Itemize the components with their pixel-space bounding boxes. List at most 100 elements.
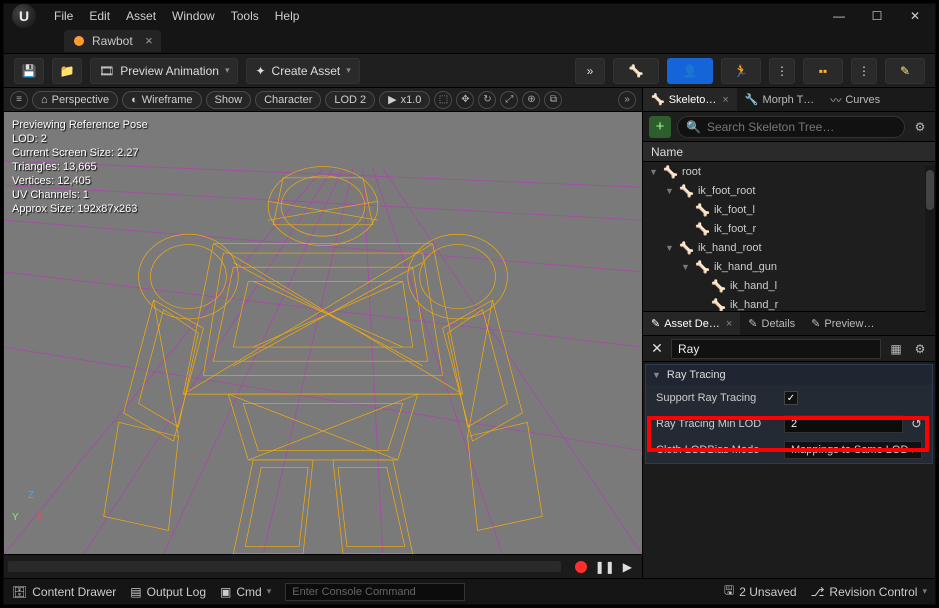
bone-name: ik_hand_l <box>730 280 777 292</box>
add-button[interactable]: + <box>649 116 671 138</box>
tool-select[interactable]: ⬚ <box>434 91 452 109</box>
tree-row[interactable]: 🦴ik_hand_l <box>643 276 935 295</box>
tool-scale[interactable]: ⤢ <box>500 91 518 109</box>
tree-row[interactable]: 🦴 ik_foot_l <box>643 200 935 219</box>
film-icon: 🎞 <box>99 64 114 78</box>
viewport-options-button[interactable]: ≡ <box>10 91 28 109</box>
close-icon[interactable]: × <box>722 94 728 106</box>
character-dropdown[interactable]: Character <box>255 91 321 109</box>
revision-control-button[interactable]: ⎇Revision Control▾ <box>811 585 927 599</box>
filter-settings-icon[interactable]: ⚙ <box>911 342 929 356</box>
disclosure-icon[interactable]: ▼ <box>665 243 675 253</box>
prop-support-label: Support Ray Tracing <box>656 392 776 404</box>
window-minimize-icon[interactable]: — <box>827 9 851 23</box>
skeleton-tree[interactable]: ▼🦴root▼🦴ik_foot_root🦴ik_foot_l🦴ik_foot_r… <box>643 162 935 312</box>
lod-dropdown[interactable]: LOD 2 <box>325 91 375 109</box>
tab-asset-details[interactable]: ✎Asset De…× <box>643 312 740 335</box>
menu-file[interactable]: File <box>54 9 73 23</box>
cloth-mode-button[interactable]: ✎ <box>885 58 925 84</box>
tab-curves[interactable]: 〰Curves <box>822 88 888 111</box>
playback-speed[interactable]: ▶x1.0 <box>379 91 430 109</box>
bone-icon: 🦴 <box>695 260 710 274</box>
cmd-label: ▣Cmd▾ <box>220 585 271 599</box>
disclosure-icon[interactable]: ▼ <box>665 186 675 196</box>
drawer-icon: 🗄 <box>12 585 27 599</box>
section-ray-tracing[interactable]: ▼Ray Tracing <box>646 365 932 385</box>
window-close-icon[interactable]: ✕ <box>903 9 927 23</box>
skeleton-mode-button[interactable]: 🦴 <box>613 58 659 84</box>
tree-scrollbar[interactable] <box>925 166 935 316</box>
tool-globe[interactable]: ⊕ <box>522 91 540 109</box>
search-input[interactable]: 🔍 Search Skeleton Tree… <box>677 116 905 138</box>
details-filter-input[interactable] <box>671 339 881 359</box>
bone-name: ik_foot_l <box>714 204 755 216</box>
settings-icon[interactable]: ⚙ <box>911 120 929 134</box>
menu-help[interactable]: Help <box>275 9 300 23</box>
search-icon: 🔍 <box>686 120 701 134</box>
close-tab-icon[interactable]: × <box>145 33 153 48</box>
sphere-icon: ◐ <box>131 94 138 106</box>
tab-skeleton-tree[interactable]: 🦴Skeleto…× <box>643 88 737 111</box>
show-dropdown[interactable]: Show <box>206 91 252 109</box>
play-button[interactable]: ▶ <box>623 560 632 574</box>
tree-row[interactable]: ▼🦴ik_foot_root <box>643 181 935 200</box>
disclosure-icon[interactable]: ▼ <box>649 167 659 177</box>
column-header-name[interactable]: Name <box>643 142 935 162</box>
overflow-button[interactable]: » <box>575 58 605 84</box>
tree-row[interactable]: ▼🦴root <box>643 162 935 181</box>
bone-name: ik_hand_gun <box>714 261 777 273</box>
viewport[interactable]: Previewing Reference Pose LOD: 2 Current… <box>4 112 642 554</box>
terminal-icon: ▣ <box>220 585 231 599</box>
record-button[interactable] <box>575 561 587 573</box>
tree-row[interactable]: ▼ 🦴 ik_hand_gun <box>643 257 935 276</box>
tab-preview[interactable]: ✎Preview… <box>803 312 882 335</box>
tab-morph-targets[interactable]: 🔧Morph T… <box>737 88 822 111</box>
save-icon: 🖫 <box>724 581 734 602</box>
tree-row[interactable]: ▼🦴ik_hand_root <box>643 238 935 257</box>
tool-rotate[interactable]: ↻ <box>478 91 496 109</box>
cloth-lodbias-dropdown[interactable]: Mappings to Same LOD▾ <box>784 441 922 459</box>
browse-button[interactable]: 📁 <box>52 58 82 84</box>
anim-mode-button[interactable]: 🏃 <box>721 58 761 84</box>
pause-button[interactable]: ❚❚ <box>595 560 615 574</box>
physics-mode-more[interactable]: ⋮ <box>851 58 877 84</box>
menu-edit[interactable]: Edit <box>89 9 110 23</box>
disclosure-icon[interactable]: ▼ <box>681 262 691 272</box>
anim-mode-more[interactable]: ⋮ <box>769 58 795 84</box>
tree-row[interactable]: 🦴ik_foot_r <box>643 219 935 238</box>
tab-details[interactable]: ✎Details <box>740 312 803 335</box>
physics-mode-button[interactable]: ▪▪ <box>803 58 843 84</box>
create-asset-button[interactable]: ✦ Create Asset ▾ <box>246 58 359 84</box>
menu-asset[interactable]: Asset <box>126 9 156 23</box>
reset-to-default-button[interactable]: ↺ <box>911 416 922 432</box>
clear-filter-button[interactable]: ✕ <box>649 340 665 357</box>
tool-snap[interactable]: ⧉ <box>544 91 562 109</box>
viewmode-dropdown[interactable]: ◐Wireframe <box>122 91 201 109</box>
unsaved-button[interactable]: 🖫2 Unsaved <box>724 581 797 602</box>
chevron-down-icon: ▾ <box>225 65 230 76</box>
bone-icon: 🦴 <box>695 203 710 217</box>
content-drawer-button[interactable]: 🗄Content Drawer <box>12 585 116 599</box>
window-maximize-icon[interactable]: ☐ <box>865 9 889 23</box>
filter-view-icon[interactable]: ▦ <box>887 342 905 356</box>
support-ray-tracing-checkbox[interactable]: ✓ <box>784 391 798 405</box>
console-input[interactable]: Enter Console Command <box>285 583 465 601</box>
play-icon: ▶ <box>388 93 396 106</box>
save-button[interactable]: 💾 <box>14 58 44 84</box>
preview-animation-button[interactable]: 🎞 Preview Animation ▾ <box>90 58 238 84</box>
log-icon: ▤ <box>130 585 141 599</box>
bone-name: ik_foot_root <box>698 185 755 197</box>
close-icon[interactable]: × <box>726 318 732 330</box>
menu-window[interactable]: Window <box>172 9 215 23</box>
bone-icon: 🦴 <box>711 298 726 312</box>
mesh-mode-button[interactable]: 👤 <box>667 58 713 84</box>
output-log-button[interactable]: ▤Output Log <box>130 585 206 599</box>
ray-tracing-min-lod-input[interactable]: 2 <box>784 415 903 433</box>
viewport-expand-button[interactable]: » <box>618 91 636 109</box>
perspective-dropdown[interactable]: ⌂Perspective <box>32 91 118 109</box>
tree-row[interactable]: 🦴ik_hand_r <box>643 295 935 312</box>
menu-tools[interactable]: Tools <box>231 9 259 23</box>
document-tab[interactable]: Rawbot × <box>64 30 161 52</box>
timeline-track[interactable] <box>8 561 561 572</box>
tool-move[interactable]: ✥ <box>456 91 474 109</box>
